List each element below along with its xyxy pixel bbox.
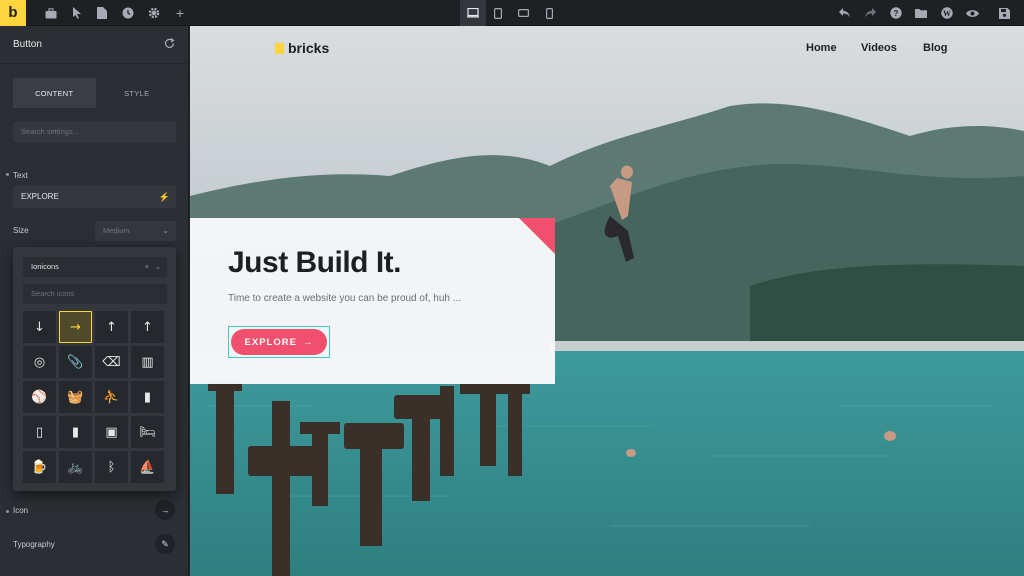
text-input-value: EXPLORE [21, 192, 59, 201]
panel-header: Button [0, 26, 188, 64]
svg-text:W: W [943, 9, 951, 18]
arrow-up-icon[interactable]: ↑ [95, 311, 128, 343]
icon-label: Icon [13, 506, 29, 515]
tablet-icon[interactable] [486, 0, 512, 26]
arrow-down-icon[interactable]: ↓ [23, 311, 56, 343]
eye-icon[interactable] [964, 5, 980, 21]
bricks-mark-icon [275, 42, 284, 54]
site-logo-text: bricks [288, 40, 330, 56]
folder-icon[interactable] [913, 5, 929, 21]
tab-content[interactable]: CONTENT [13, 78, 96, 108]
plus-icon[interactable]: + [172, 5, 188, 21]
arrow-forward-icon: → [160, 505, 170, 515]
size-select[interactable]: Medium ⌄ [95, 221, 176, 241]
bicycle-icon[interactable]: 🚲 [59, 451, 92, 483]
dynamic-data-icon[interactable]: ⚡ [159, 186, 170, 208]
battery-dead-icon[interactable]: ▯ [23, 416, 56, 448]
device-switcher [460, 0, 562, 26]
barcode-icon[interactable]: ▥ [131, 346, 164, 378]
battery-charging-icon[interactable]: ▮ [131, 381, 164, 413]
size-label: Size [13, 226, 29, 235]
nav-home[interactable]: Home [806, 42, 837, 54]
arrow-forward-icon: → [302, 336, 314, 348]
battery-half-icon[interactable]: ▣ [95, 416, 128, 448]
icon-search-input[interactable]: Search icons [23, 284, 167, 304]
icon-picker-popup: Ionicons × ⌄ Search icons ↓ → ↑ ↑ ◎ 📎 ⌫ ▥ ⚾ 🧺 ⛹ ▮ ▯ ▮… [13, 247, 176, 491]
basket-icon[interactable]: 🧺 [59, 381, 92, 413]
pencil-icon: ✎ [161, 538, 169, 549]
corner-accent [519, 218, 555, 254]
at-icon[interactable]: ◎ [23, 346, 56, 378]
panel-tabs: CONTENT STYLE [13, 78, 178, 108]
backspace-icon[interactable]: ⌫ [95, 346, 128, 378]
selected-element-outline: EXPLORE → [228, 326, 330, 358]
settings-panel: Button CONTENT STYLE Search settings .. … [0, 26, 189, 576]
battery-full-icon[interactable]: ▮ [59, 416, 92, 448]
search-settings-input[interactable]: Search settings .. [13, 122, 176, 142]
site-logo[interactable]: bricks [275, 40, 329, 56]
basketball-icon[interactable]: ⛹ [95, 381, 128, 413]
typography-edit-button[interactable]: ✎ [155, 534, 175, 554]
chevron-down-icon: ⌄ [162, 226, 169, 235]
save-icon[interactable] [996, 5, 1012, 21]
cursor-icon[interactable] [69, 5, 85, 21]
briefcase-icon[interactable] [43, 5, 59, 21]
tablet-landscape-icon[interactable] [511, 0, 537, 26]
gear-icon[interactable] [146, 5, 162, 21]
tab-style[interactable]: STYLE [96, 78, 179, 108]
typography-label: Typography [13, 540, 55, 549]
explore-button-label: EXPLORE [244, 336, 297, 348]
nav-videos[interactable]: Videos [861, 42, 897, 54]
wordpress-icon[interactable]: W [939, 5, 955, 21]
page-icon[interactable] [94, 5, 110, 21]
text-label: Text [13, 171, 28, 180]
text-input[interactable]: EXPLORE ⚡ [13, 186, 176, 208]
explore-button[interactable]: EXPLORE → [231, 329, 327, 355]
icon-grid: ↓ → ↑ ↑ ◎ 📎 ⌫ ▥ ⚾ 🧺 ⛹ ▮ ▯ ▮ ▣ 🛏 🍺 🚲 ᛒ ⛵ [23, 311, 167, 483]
undo-icon[interactable] [837, 5, 853, 21]
boat-icon[interactable]: ⛵ [131, 451, 164, 483]
help-icon[interactable]: ? [888, 5, 904, 21]
hero-title[interactable]: Just Build It. [228, 246, 402, 280]
arrow-up-thin-icon[interactable]: ↑ [131, 311, 164, 343]
icon-library-select[interactable]: Ionicons × ⌄ [23, 257, 167, 277]
mobile-icon[interactable] [537, 0, 563, 26]
clear-icon[interactable]: × [145, 257, 149, 277]
refresh-icon[interactable] [164, 37, 175, 52]
baseball-icon[interactable]: ⚾ [23, 381, 56, 413]
desktop-icon[interactable] [460, 0, 486, 26]
bullet-dot [6, 510, 9, 513]
panel-title: Button [13, 39, 42, 50]
icon-library-value: Ionicons [31, 262, 59, 271]
bricks-logo[interactable]: b [0, 0, 26, 26]
redo-icon[interactable] [862, 5, 878, 21]
attach-icon[interactable]: 📎 [59, 346, 92, 378]
nav-blog[interactable]: Blog [923, 42, 947, 54]
hero-card[interactable]: Just Build It. Time to create a website … [190, 218, 555, 384]
preview-canvas: bricks Home Videos Blog Just Build It. T… [190, 26, 1024, 576]
chevron-down-icon: ⌄ [154, 262, 161, 271]
svg-text:?: ? [894, 9, 899, 18]
hero-subtitle[interactable]: Time to create a website you can be prou… [228, 293, 461, 304]
icon-picker-button[interactable]: → [155, 500, 175, 520]
bullet-dot [6, 173, 9, 176]
bed-icon[interactable]: 🛏 [131, 416, 164, 448]
arrow-forward-icon[interactable]: → [59, 311, 92, 343]
history-icon[interactable] [120, 5, 136, 21]
size-select-value: Medium [103, 226, 130, 235]
top-toolbar: b + ? W [0, 0, 1024, 26]
beer-icon[interactable]: 🍺 [23, 451, 56, 483]
bluetooth-icon[interactable]: ᛒ [95, 451, 128, 483]
